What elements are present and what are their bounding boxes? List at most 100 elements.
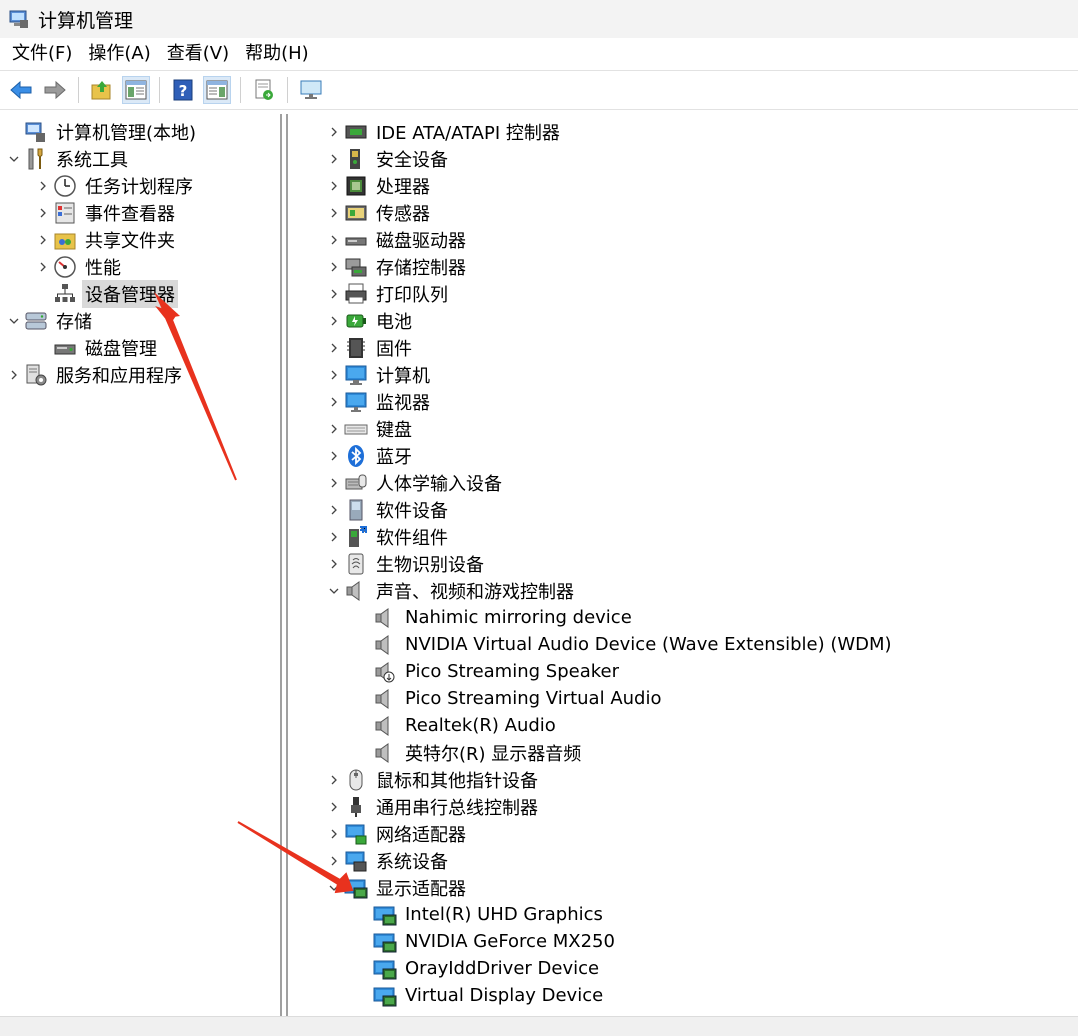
tree-item[interactable]: Intel(R) UHD Graphics	[353, 901, 606, 928]
tree-item[interactable]: 磁盘管理	[33, 334, 160, 361]
tree-item[interactable]: Pico Streaming Speaker	[353, 658, 622, 685]
tree-item-label: 监视器	[376, 392, 430, 414]
chevron-right-icon[interactable]	[33, 257, 53, 277]
tree-item[interactable]: 人体学输入设备	[324, 469, 505, 496]
tree-item-label: 性能	[85, 257, 121, 279]
up-folder-icon[interactable]	[88, 76, 116, 104]
tree-item[interactable]: 打印队列	[324, 280, 451, 307]
tree-item[interactable]: 任务计划程序	[33, 172, 196, 199]
security-device-icon	[344, 147, 368, 171]
chevron-right-icon[interactable]	[324, 797, 344, 817]
tree-item[interactable]: 设备管理器	[33, 279, 178, 308]
chevron-right-icon[interactable]	[324, 824, 344, 844]
chevron-right-icon[interactable]	[324, 473, 344, 493]
tree-item[interactable]: 声音、视频和游戏控制器	[324, 577, 577, 604]
speaker-icon	[373, 714, 397, 738]
tree-item[interactable]: 网络适配器	[324, 820, 469, 847]
menu-view[interactable]: 查看(V)	[159, 39, 237, 69]
chevron-right-icon[interactable]	[324, 446, 344, 466]
forward-arrow-icon[interactable]	[41, 76, 69, 104]
tree-item[interactable]: 计算机	[324, 361, 433, 388]
chevron-right-icon[interactable]	[324, 149, 344, 169]
chevron-right-icon[interactable]	[33, 203, 53, 223]
tree-item[interactable]: 生物识别设备	[324, 550, 487, 577]
speaker-icon	[344, 579, 368, 603]
chevron-right-icon[interactable]	[4, 365, 24, 385]
chevron-down-icon[interactable]	[4, 149, 24, 169]
tree-item[interactable]: 存储控制器	[324, 253, 469, 280]
tree-item[interactable]: OrayIddDriver Device	[353, 955, 602, 982]
chevron-right-icon[interactable]	[324, 770, 344, 790]
toolbar-separator	[240, 77, 241, 103]
chevron-right-icon[interactable]	[324, 392, 344, 412]
tree-item[interactable]: Nahimic mirroring device	[353, 604, 635, 631]
tree-item[interactable]: Realtek(R) Audio	[353, 712, 559, 739]
tree-item[interactable]: 蓝牙	[324, 442, 415, 469]
tree-item[interactable]: 监视器	[324, 388, 433, 415]
chevron-right-icon[interactable]	[324, 284, 344, 304]
speaker-icon	[373, 741, 397, 765]
show-tree-icon[interactable]	[122, 76, 150, 104]
tree-item[interactable]: 系统工具	[4, 145, 131, 172]
chevron-right-icon[interactable]	[324, 527, 344, 547]
tree-item[interactable]: 英特尔(R) 显示器音频	[353, 739, 584, 766]
chevron-right-icon[interactable]	[324, 554, 344, 574]
tree-item[interactable]: NVIDIA Virtual Audio Device (Wave Extens…	[353, 631, 895, 658]
tree-item[interactable]: IDE ATA/ATAPI 控制器	[324, 118, 563, 145]
chevron-right-icon[interactable]	[324, 257, 344, 277]
tree-item-label: Nahimic mirroring device	[405, 607, 632, 628]
tree-item[interactable]: NVIDIA GeForce MX250	[353, 928, 618, 955]
back-arrow-icon[interactable]	[7, 76, 35, 104]
chevron-right-icon[interactable]	[324, 365, 344, 385]
tree-item-label: 磁盘管理	[85, 338, 157, 360]
chevron-right-icon[interactable]	[324, 203, 344, 223]
toolbar-separator	[159, 77, 160, 103]
tree-item[interactable]: 显示适配器	[324, 874, 469, 901]
clock-icon	[53, 174, 77, 198]
tree-item[interactable]: 键盘	[324, 415, 415, 442]
help-icon[interactable]: ?	[169, 76, 197, 104]
tree-item[interactable]: Pico Streaming Virtual Audio	[353, 685, 664, 712]
menu-file[interactable]: 文件(F)	[4, 39, 80, 69]
chevron-right-icon[interactable]	[33, 230, 53, 250]
chevron-right-icon[interactable]	[324, 122, 344, 142]
chevron-right-icon[interactable]	[324, 230, 344, 250]
tree-item[interactable]: 事件查看器	[33, 199, 178, 226]
chevron-right-icon[interactable]	[33, 176, 53, 196]
chevron-down-icon[interactable]	[4, 311, 24, 331]
tree-item[interactable]: Virtual Display Device	[353, 982, 606, 1009]
tree-item[interactable]: 共享文件夹	[33, 226, 178, 253]
tree-item[interactable]: 性能	[33, 253, 124, 280]
chevron-right-icon[interactable]	[324, 500, 344, 520]
tree-item[interactable]: 软件组件	[324, 523, 451, 550]
tree-item[interactable]: 电池	[324, 307, 415, 334]
tree-item[interactable]: 服务和应用程序	[4, 361, 185, 388]
tree-item[interactable]: 处理器	[324, 172, 433, 199]
chevron-right-icon[interactable]	[324, 851, 344, 871]
hid-icon	[344, 471, 368, 495]
chevron-down-icon[interactable]	[324, 581, 344, 601]
network-adapter-icon	[344, 822, 368, 846]
tree-item[interactable]: 固件	[324, 334, 415, 361]
tree-item[interactable]: 系统设备	[324, 847, 451, 874]
monitor-icon[interactable]	[297, 76, 325, 104]
tree-item[interactable]: 鼠标和其他指针设备	[324, 766, 541, 793]
menu-bar: 文件(F) 操作(A) 查看(V) 帮助(H)	[0, 38, 1078, 70]
tree-item[interactable]: 存储	[4, 307, 95, 334]
tree-item[interactable]: 安全设备	[324, 145, 451, 172]
tree-item[interactable]: 软件设备	[324, 496, 451, 523]
tree-item[interactable]: 计算机管理(本地)	[4, 118, 199, 145]
tree-item[interactable]: 通用串行总线控制器	[324, 793, 541, 820]
chevron-right-icon[interactable]	[324, 419, 344, 439]
properties-icon[interactable]	[203, 76, 231, 104]
tree-item[interactable]: 磁盘驱动器	[324, 226, 469, 253]
chevron-right-icon[interactable]	[324, 338, 344, 358]
tree-item[interactable]: 传感器	[324, 199, 433, 226]
chevron-down-icon[interactable]	[324, 878, 344, 898]
chevron-right-icon[interactable]	[324, 311, 344, 331]
chevron-right-icon[interactable]	[324, 176, 344, 196]
export-icon[interactable]	[250, 76, 278, 104]
menu-help[interactable]: 帮助(H)	[237, 39, 317, 69]
tree-item-label: Realtek(R) Audio	[405, 715, 556, 736]
menu-action[interactable]: 操作(A)	[80, 39, 158, 69]
